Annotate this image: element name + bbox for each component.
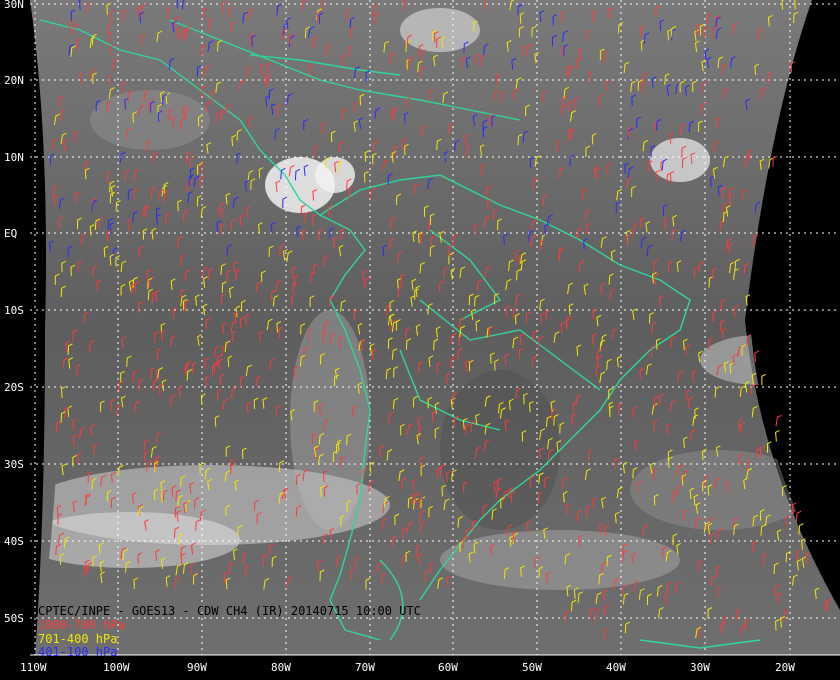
lon-label: 100W <box>103 661 130 674</box>
map-title: CPTEC/INPE - GOES13 - CDW CH4 (IR) 20140… <box>38 604 421 618</box>
lat-label: 20S <box>4 381 24 394</box>
lat-label: 30N <box>4 0 24 11</box>
lon-label: 50W <box>522 661 542 674</box>
lat-label: 50S <box>4 612 24 625</box>
lat-label: 10S <box>4 304 24 317</box>
legend-mid-level: 701-400 hPa <box>38 632 118 646</box>
lat-label: 20N <box>4 74 24 87</box>
lat-label: 40S <box>4 535 24 548</box>
legend-high-level: 401-100 hPa <box>38 645 118 659</box>
lon-label: 90W <box>187 661 207 674</box>
lon-label: 60W <box>438 661 458 674</box>
lat-label: 30S <box>4 458 24 471</box>
satellite-map <box>0 0 840 680</box>
lat-label: EQ <box>4 227 18 240</box>
lon-label: 40W <box>606 661 626 674</box>
legend-low-level: 1000-700 hPa <box>38 618 125 632</box>
lon-label: 20W <box>775 661 795 674</box>
lon-label: 30W <box>690 661 710 674</box>
lon-label: 70W <box>355 661 375 674</box>
lon-label: 80W <box>271 661 291 674</box>
lon-label: 110W <box>20 661 47 674</box>
lat-label: 10N <box>4 151 24 164</box>
